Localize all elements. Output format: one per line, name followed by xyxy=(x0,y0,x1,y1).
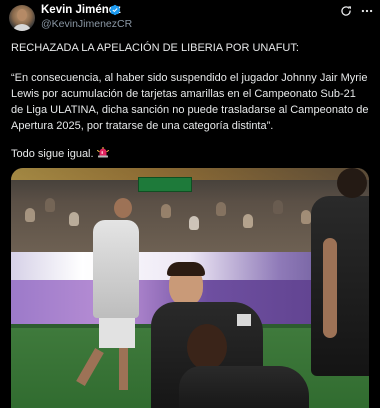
author-handle[interactable]: @KevinJimenezCR xyxy=(41,18,132,30)
verified-badge-icon xyxy=(109,4,121,16)
photo-scoreboard xyxy=(138,177,192,192)
photo-crowd xyxy=(161,204,171,218)
refresh-icon[interactable] xyxy=(339,4,353,18)
photo-crowd xyxy=(45,198,55,212)
photo-player-head xyxy=(187,324,227,370)
photo-player-arm xyxy=(323,238,337,338)
photo-player-leg xyxy=(119,348,128,390)
tweet-card: Kevin Jiménez @KevinJimenezCR RECHAZADA … xyxy=(0,0,380,408)
photo-crowd xyxy=(243,214,253,228)
avatar[interactable] xyxy=(9,5,35,31)
tweet-header: Kevin Jiménez @KevinJimenezCR xyxy=(0,0,380,36)
avatar-shirt xyxy=(12,24,32,31)
photo-player-shorts xyxy=(99,318,135,348)
tweet-photo[interactable] xyxy=(11,168,369,408)
more-options-icon[interactable] xyxy=(360,4,374,18)
photo-crowd xyxy=(301,210,311,224)
tweet-quote: “En consecuencia, al haber sido suspendi… xyxy=(11,72,371,132)
photo-player-black-shirt-right xyxy=(311,196,369,376)
photo-crowd xyxy=(189,216,199,230)
tweet-closing-text: Todo sigue igual. xyxy=(11,148,94,160)
siren-icon xyxy=(96,147,109,158)
photo-crowd xyxy=(216,202,226,216)
tweet-headline: RECHAZADA LA APELACIÓN DE LIBERIA POR UN… xyxy=(11,42,299,54)
avatar-face xyxy=(17,9,27,21)
photo-player-white-shirt xyxy=(93,220,139,318)
photo-crowd xyxy=(273,200,283,214)
photo-player-head xyxy=(337,168,367,198)
tweet-closing-line: Todo sigue igual. xyxy=(11,146,369,162)
photo-shirt-badge xyxy=(237,314,251,326)
photo-player-hair xyxy=(167,262,205,276)
photo-crowd xyxy=(25,208,35,222)
photo-player-black-shirt-front xyxy=(179,366,309,408)
photo-crowd xyxy=(69,212,79,226)
photo-player-head xyxy=(114,198,132,218)
